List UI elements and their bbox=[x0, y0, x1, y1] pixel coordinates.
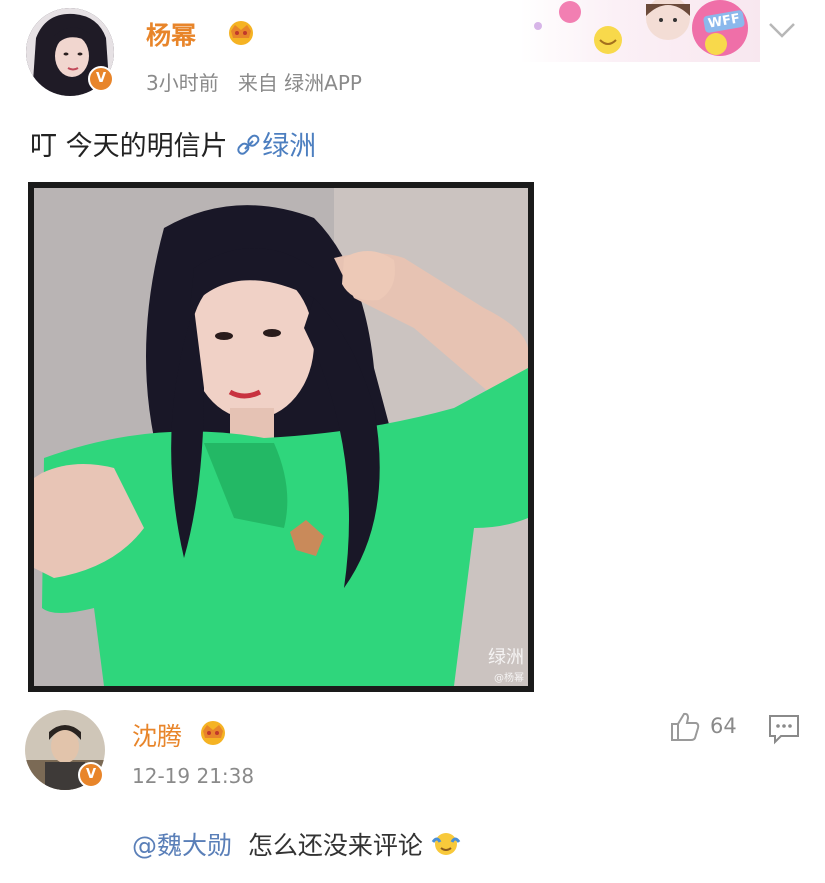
post-photo-image bbox=[34, 188, 528, 686]
post-text: 叮 今天的明信片 绿洲 bbox=[30, 124, 316, 163]
like-count: 64 bbox=[710, 714, 737, 738]
post-source-prefix: 来自 bbox=[237, 71, 278, 95]
post-photo[interactable]: 绿洲 @杨幂 bbox=[28, 182, 534, 692]
post-author-name[interactable]: 杨幂 bbox=[146, 16, 196, 52]
comment-verified-badge-icon: V bbox=[78, 762, 104, 788]
verified-badge-icon: V bbox=[88, 66, 114, 92]
chevron-down-icon[interactable] bbox=[767, 20, 797, 40]
comment-mention[interactable]: @魏大勋 bbox=[132, 831, 232, 860]
comment-reply-icon[interactable] bbox=[767, 712, 801, 746]
post-meta: 3小时前 来自 绿洲APP bbox=[146, 67, 362, 96]
photo-watermark-sub: @杨幂 bbox=[494, 673, 524, 684]
post-link-label: 绿洲 bbox=[262, 131, 317, 162]
post-time: 3小时前 bbox=[146, 71, 219, 95]
comment-body: 怎么还没来评论 bbox=[247, 831, 423, 860]
comment-author-name[interactable]: 沈腾 bbox=[132, 717, 182, 753]
comment-crown-icon bbox=[201, 721, 225, 745]
decoration-banner bbox=[520, 0, 760, 62]
like-icon[interactable] bbox=[668, 710, 702, 744]
emoji-icon bbox=[431, 833, 461, 855]
link-icon bbox=[237, 134, 260, 155]
comment-time: 12-19 21:38 bbox=[132, 764, 255, 788]
post-link[interactable]: 绿洲 bbox=[236, 131, 316, 162]
photo-watermark-main: 绿洲 bbox=[488, 647, 524, 668]
photo-watermark: 绿洲 @杨幂 bbox=[488, 643, 524, 684]
crown-icon bbox=[229, 21, 253, 45]
comment-text: @魏大勋 怎么还没来评论 bbox=[132, 826, 461, 862]
post-source-app[interactable]: 绿洲APP bbox=[284, 71, 362, 95]
post-text-body: 叮 今天的明信片 bbox=[30, 131, 228, 162]
